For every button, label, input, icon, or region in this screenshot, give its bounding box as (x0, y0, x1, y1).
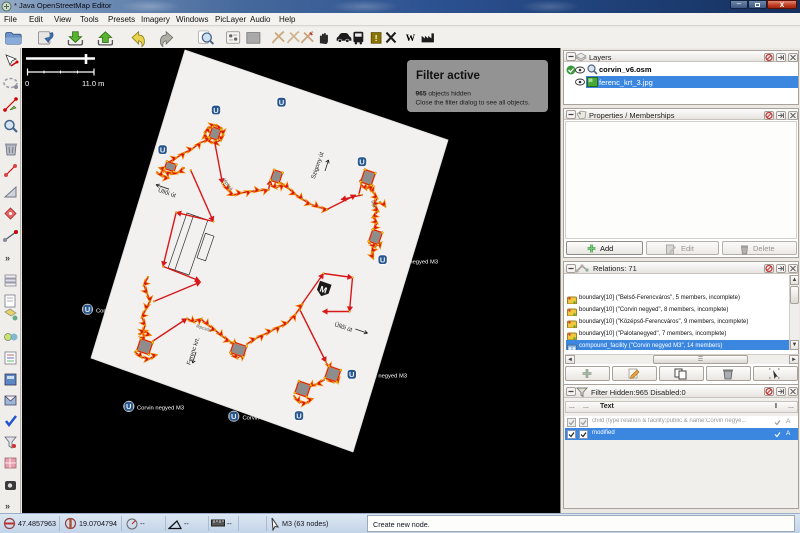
svg-text:U: U (296, 411, 302, 420)
svg-text:965 objects hidden: 965 objects hidden (416, 91, 472, 98)
svg-text:U: U (349, 370, 355, 379)
svg-text:U: U (279, 98, 285, 107)
svg-text:11.0 m: 11.0 m (82, 79, 104, 88)
svg-text:»: » (5, 253, 10, 263)
svg-text:U: U (231, 412, 237, 421)
svg-text:Filter active: Filter active (416, 70, 480, 82)
svg-text:Close the filter dialog to see: Close the filter dialog to see all objec… (416, 100, 531, 107)
svg-text:Corvin negyed M3: Corvin negyed M3 (137, 406, 184, 412)
svg-text:U: U (126, 402, 132, 411)
svg-text:U: U (380, 255, 386, 264)
svg-text:U: U (160, 145, 166, 154)
svg-text:!: ! (375, 34, 378, 43)
svg-text:»: » (5, 501, 10, 511)
svg-text:U: U (359, 158, 365, 167)
svg-text:0: 0 (25, 79, 29, 88)
svg-text:U: U (213, 106, 219, 115)
svg-text:U: U (85, 305, 91, 314)
svg-text:W: W (406, 34, 416, 44)
